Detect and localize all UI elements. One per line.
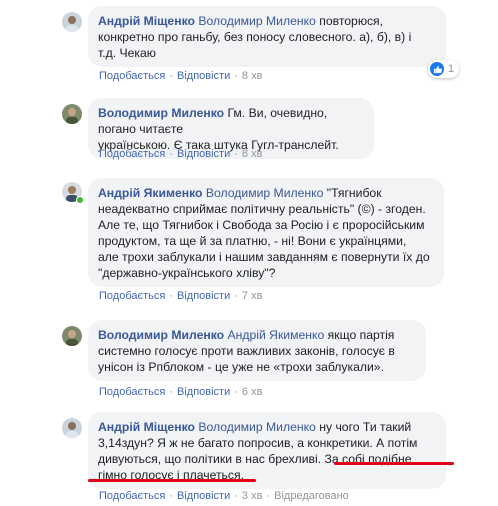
highlight-underline: [334, 462, 454, 465]
avatar[interactable]: [62, 326, 82, 346]
highlight-underline: [88, 479, 256, 482]
comment-text-line: продуктом, та ще й за платню, - ні! Вони…: [98, 234, 407, 248]
comment-text-line: конкретно про ганьбу, без поносу словесн…: [98, 30, 412, 44]
reply-link[interactable]: Відповісти: [177, 386, 230, 398]
avatar[interactable]: [62, 104, 82, 124]
comment-text-line: Але те, що Тягнибок і Свобода за Росію і…: [98, 218, 425, 232]
comment-bubble: Володимир Миленко Андрій Якименко якщо п…: [88, 320, 426, 381]
comment-author[interactable]: Андрій Міщенко: [98, 14, 195, 28]
comment-bubble: Андрій Міщенко Володимир Миленко повторю…: [88, 6, 446, 67]
comment-actions: Подобається · Відповісти · 8 хв: [99, 70, 263, 82]
comment-author[interactable]: Андрій Міщенко: [98, 420, 195, 434]
comment-mention[interactable]: Володимир Миленко: [198, 420, 316, 434]
edited-label[interactable]: Відредаговано: [274, 490, 349, 502]
comment-author[interactable]: Володимир Миленко: [98, 328, 224, 342]
comment-mention[interactable]: Андрій Якименко: [228, 328, 325, 342]
comment-time[interactable]: 3 хв: [242, 490, 263, 502]
comment-mention[interactable]: Володимир Миленко: [198, 14, 316, 28]
avatar[interactable]: [62, 12, 82, 32]
online-status-icon: [76, 196, 84, 204]
avatar[interactable]: [62, 418, 82, 438]
comment-text-line: ну чого Ти такий: [319, 420, 412, 434]
comment-text-line: неадекватно сприймає політичну реальніст…: [98, 202, 426, 216]
comment-text-line: 3,14здун? Я ж не багато попросив, а конк…: [98, 436, 418, 450]
reply-link[interactable]: Відповісти: [177, 490, 230, 502]
comment-time[interactable]: 8 хв: [242, 148, 263, 160]
comment-author[interactable]: Андрій Якименко: [98, 186, 203, 200]
like-link[interactable]: Подобається: [99, 386, 165, 398]
comment-time[interactable]: 8 хв: [242, 70, 263, 82]
reaction-count: 1: [448, 63, 455, 75]
comment-mention[interactable]: Володимир Миленко: [206, 186, 324, 200]
comment-actions: Подобається · Відповісти · 3 хв · Відредагован…: [99, 490, 349, 502]
reply-link[interactable]: Відповісти: [177, 70, 230, 82]
comment-time[interactable]: 7 хв: [242, 290, 263, 302]
comment-text-line: "державно-українського хліву"?: [98, 266, 276, 280]
comment-actions: Подобається · Відповісти · 6 хв: [99, 386, 263, 398]
comment-text-line: якщо партія: [327, 328, 395, 342]
comment-text-line: т.д. Чекаю: [98, 46, 156, 60]
reply-link[interactable]: Відповісти: [177, 148, 230, 160]
like-link[interactable]: Подобається: [99, 70, 165, 82]
comment-actions: Подобається · Відповісти · 7 хв: [99, 290, 263, 302]
comment-bubble: Андрій Міщенко Володимир Миленко ну чого…: [88, 412, 446, 489]
like-reaction-icon: [430, 62, 444, 76]
comment-actions: Подобається · Відповісти · 8 хв: [99, 148, 263, 160]
like-link[interactable]: Подобається: [99, 290, 165, 302]
comment-text-line: унісон із Рпблоком - це уже не «трохи за…: [98, 360, 384, 374]
comment-text-line: системно голосує проти важливих законів,…: [98, 344, 395, 358]
comment-text-line: повторюся,: [319, 14, 384, 28]
like-link[interactable]: Подобається: [99, 490, 165, 502]
comment-text-line: але трохи заблукали і нашим завданням є …: [98, 250, 430, 264]
reply-link[interactable]: Відповісти: [177, 290, 230, 302]
comment-bubble: Андрій Якименко Володимир Миленко "Тягни…: [88, 178, 444, 287]
comment-text-line: "Тягнибок: [326, 186, 382, 200]
comment-author[interactable]: Володимир Миленко: [98, 106, 224, 120]
reaction-counter[interactable]: 1: [428, 60, 460, 78]
like-link[interactable]: Подобається: [99, 148, 165, 160]
comment-time[interactable]: 6 хв: [242, 386, 263, 398]
